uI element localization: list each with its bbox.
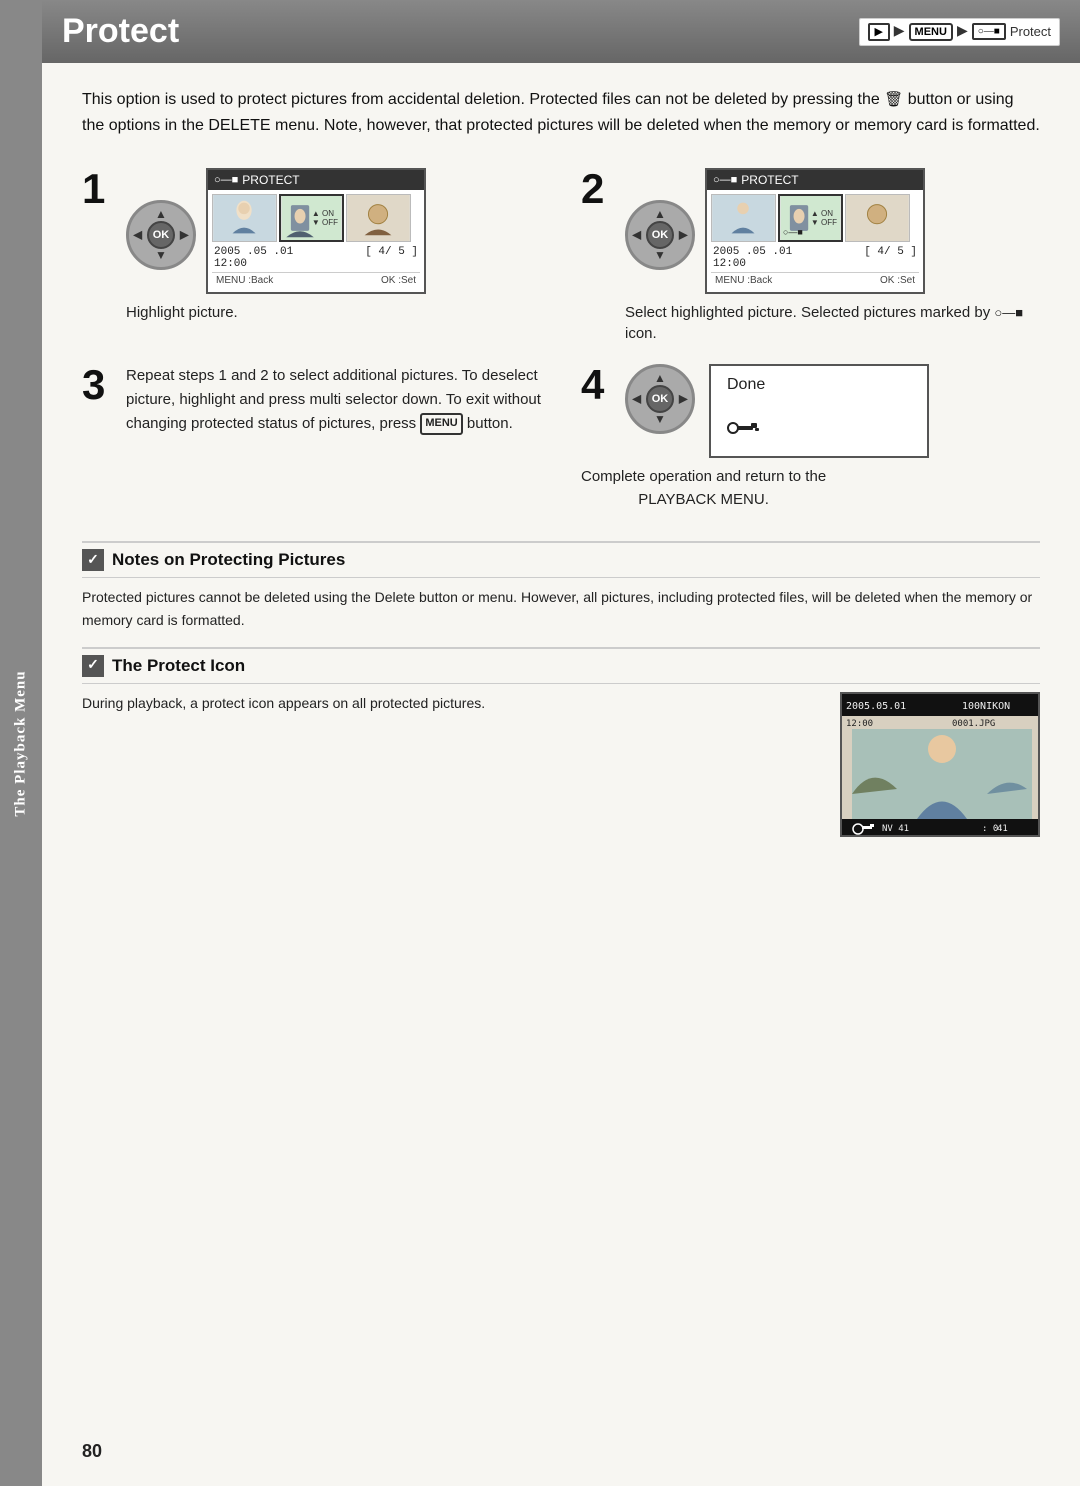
step-2-caption: Select highlighted picture. Selected pic…	[625, 302, 1040, 344]
dpad-left-4: ◀	[632, 392, 641, 407]
step-2-content: ▲ ▼ ◀ ▶ OK ○—■ PROTECT	[625, 168, 1040, 344]
notes-title-1: Notes on Protecting Pictures	[112, 550, 345, 570]
step-1-number: 1	[82, 168, 112, 210]
step-1-screen-title: PROTECT	[242, 173, 299, 187]
steps-grid-top: 1 ▲ ▼ ◀ ▶ OK	[82, 168, 1040, 344]
step-2-number: 2	[581, 168, 611, 210]
step-2-screen-title: PROTECT	[741, 173, 798, 187]
step-1-content: ▲ ▼ ◀ ▶ OK ○—■ PROTECT	[126, 168, 541, 323]
dpad-right-2: ▶	[679, 228, 688, 243]
done-screen: Done	[709, 364, 929, 458]
step-1: 1 ▲ ▼ ◀ ▶ OK	[82, 168, 541, 344]
step-1-caption: Highlight picture.	[126, 302, 541, 323]
svg-text:0001.JPG: 0001.JPG	[952, 719, 995, 729]
nav-protect-icon: ○—■	[972, 23, 1006, 40]
main-content: Protect ▶ ▶ MENU ▶ ○—■ Protect This opti…	[42, 0, 1080, 1486]
dpad-ok-4: OK	[646, 385, 674, 413]
step-3-number: 3	[82, 364, 112, 406]
notes-body-2: During playback, a protect icon appears …	[82, 684, 485, 730]
nav-protect-text: Protect	[1010, 24, 1051, 39]
dpad-right-4: ▶	[679, 392, 688, 407]
page-content: This option is used to protect pictures …	[42, 63, 1080, 857]
step-2-dpad-screen: ▲ ▼ ◀ ▶ OK ○—■ PROTECT	[625, 168, 1040, 302]
dpad-1: ▲ ▼ ◀ ▶ OK	[126, 200, 196, 270]
protect-icon-large	[727, 418, 911, 444]
nav-arrow-2: ▶	[957, 23, 968, 40]
play-icon: ▶	[868, 23, 890, 41]
dpad-up-1: ▲	[155, 207, 167, 222]
thumb-1-1	[212, 194, 277, 242]
nav-arrow-1: ▶	[894, 23, 905, 40]
protect-thumbnail: 2005.05.01 100NIKON 12:00 0001.JPG	[840, 692, 1040, 837]
svg-text:100NIKON: 100NIKON	[962, 701, 1010, 712]
page-title: Protect	[62, 12, 179, 51]
step-3: 3 Repeat steps 1 and 2 to select additio…	[82, 364, 541, 511]
done-label: Done	[727, 376, 911, 394]
thumb-1-2: ▲ ON ▼ OFF	[279, 194, 344, 242]
svg-text:41: 41	[997, 824, 1008, 834]
step-4-number: 4	[581, 364, 611, 406]
thumb-2-2: ○—■ ▲ ON ▼ OFF	[778, 194, 843, 242]
dpad-ok-1: OK	[147, 221, 175, 249]
step-4-caption: Complete operation and return to the PLA…	[581, 466, 826, 511]
svg-text:2005.05.01: 2005.05.01	[846, 701, 906, 712]
step-1-dpad-screen: ▲ ▼ ◀ ▶ OK ○—■ PROTECT	[126, 168, 541, 302]
dpad-up-4: ▲	[654, 371, 666, 386]
step-2-set: OK :Set	[880, 275, 915, 286]
thumb-2-3	[845, 194, 910, 242]
page-header: Protect ▶ ▶ MENU ▶ ○—■ Protect	[42, 0, 1080, 63]
notes-section-1: ✓ Notes on Protecting Pictures Protected…	[82, 541, 1040, 647]
dpad-left-1: ◀	[133, 228, 142, 243]
page-number: 80	[82, 1441, 102, 1462]
dpad-down-1: ▼	[155, 248, 167, 263]
step-4: 4 ▲ ▼ ◀ ▶ OK	[581, 364, 1040, 511]
svg-text:: 0: : 0	[982, 824, 998, 834]
notes-title-2: The Protect Icon	[112, 656, 245, 676]
svg-text:12:00: 12:00	[846, 719, 873, 729]
step-1-set: OK :Set	[381, 275, 416, 286]
check-icon-1: ✓	[82, 549, 104, 571]
dpad-2: ▲ ▼ ◀ ▶ OK	[625, 200, 695, 270]
dpad-left-2: ◀	[632, 228, 641, 243]
step-2-time: 12:00	[713, 258, 746, 270]
notes-section-2: ✓ The Protect Icon During playback, a pr…	[82, 647, 1040, 837]
dpad-up-2: ▲	[654, 207, 666, 222]
step-1-back: MENU :Back	[216, 275, 273, 286]
dpad-down-4: ▼	[654, 412, 666, 427]
steps-grid-bottom: 3 Repeat steps 1 and 2 to select additio…	[82, 364, 1040, 511]
check-icon-2: ✓	[82, 655, 104, 677]
breadcrumb-nav: ▶ ▶ MENU ▶ ○—■ Protect	[859, 18, 1060, 46]
step-1-screen: ○—■ PROTECT	[206, 168, 426, 294]
thumb-2-1	[711, 194, 776, 242]
step-2: 2 ▲ ▼ ◀ ▶ OK	[581, 168, 1040, 344]
dpad-ok-2: OK	[646, 221, 674, 249]
dpad-down-2: ▼	[654, 248, 666, 263]
notes-body-1: Protected pictures cannot be deleted usi…	[82, 578, 1040, 647]
svg-text:NV 41: NV 41	[882, 824, 909, 834]
step-2-frame: [ 4/ 5 ]	[864, 246, 917, 258]
step-2-screen: ○—■ PROTECT	[705, 168, 925, 294]
dpad-4: ▲ ▼ ◀ ▶ OK	[625, 364, 695, 434]
step-1-frame: [ 4/ 5 ]	[365, 246, 418, 258]
dpad-right-1: ▶	[180, 228, 189, 243]
step-2-date: 2005 .05 .01	[713, 246, 792, 258]
thumb-1-3	[346, 194, 411, 242]
step-1-date: 2005 .05 .01	[214, 246, 293, 258]
menu-icon: MENU	[909, 23, 953, 41]
step-2-back: MENU :Back	[715, 275, 772, 286]
sidebar: The Playback Menu	[0, 0, 42, 1486]
sidebar-label: The Playback Menu	[13, 670, 30, 816]
step-1-time: 12:00	[214, 258, 247, 270]
intro-paragraph: This option is used to protect pictures …	[82, 87, 1040, 138]
step-3-text: Repeat steps 1 and 2 to select additiona…	[126, 364, 541, 436]
